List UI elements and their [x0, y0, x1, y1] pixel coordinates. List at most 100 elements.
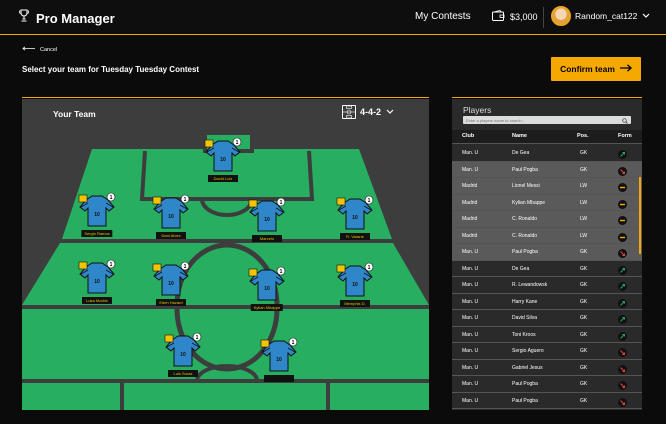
player-club: Man. U [462, 298, 479, 305]
pitch-player[interactable]: 1 10 [247, 266, 287, 306]
player-pos: GK [580, 150, 588, 156]
player-pos: LW [580, 183, 588, 189]
jersey-number: 10 [352, 282, 358, 288]
player-name: Toni Kroos [512, 331, 536, 338]
player-row[interactable]: Man. U De Gea GK [452, 145, 642, 162]
page-title: Select your team for Tuesday Tuesday Con… [22, 65, 200, 74]
trophy-icon [18, 9, 30, 27]
app-title: Pro Manager [36, 10, 115, 26]
search-input[interactable] [466, 117, 606, 123]
player-name: De Gea [512, 150, 530, 156]
pitch-player[interactable]: 1 10 [151, 261, 191, 301]
jersey-number: 10 [276, 357, 282, 363]
player-club: Man. U [462, 315, 479, 321]
player-badge: 1 [110, 262, 113, 268]
pitch-player-name: Luka Modric [82, 297, 112, 304]
player-badge: 1 [110, 195, 113, 201]
player-row[interactable]: Madrid Lionel Messi LW [452, 178, 642, 195]
player-club: Man. U [462, 397, 479, 404]
player-row[interactable]: Man. U Toni Kroos GK [452, 327, 642, 343]
col-club[interactable]: Club [462, 133, 474, 139]
player-pos: LW [580, 199, 588, 206]
form-trend-down-icon [618, 166, 627, 176]
player-row[interactable]: Man. U David Silva GK [452, 310, 642, 327]
nav-my-contests[interactable]: My Contests [415, 11, 471, 22]
player-row[interactable]: Man. U Sergio Aguero GK [452, 343, 642, 360]
jersey-number: 10 [352, 215, 358, 221]
player-name: Gabriel Jesus [512, 364, 543, 371]
form-trend-down-icon [618, 364, 627, 374]
players-scrollbar[interactable] [639, 177, 641, 254]
player-name: Lionel Messi [512, 183, 540, 189]
player-row[interactable]: Man. U Harry Kane GK [452, 294, 642, 310]
team-header: Your Team 4-4-2 [22, 99, 429, 129]
player-pos: GK [580, 265, 588, 272]
player-pos: GK [580, 249, 588, 255]
player-name: C. Ronaldo [512, 216, 538, 222]
pitch-player[interactable]: 1 10 [151, 194, 191, 234]
team-panel: Your Team 4-4-2 1 10 David Luiz 1 10 Ser… [22, 99, 429, 410]
pitch-player[interactable]: 1 10 [335, 195, 375, 235]
cancel-label: Cancel [40, 46, 58, 53]
form-trend-up-icon [618, 331, 627, 341]
player-club: Man. U [462, 265, 479, 272]
player-row[interactable]: Man. U Paul Pogba GK [452, 393, 642, 409]
player-name: C. Ronaldo [512, 232, 538, 239]
col-name[interactable]: Name [512, 133, 527, 139]
player-row[interactable]: Man. U De Gea GK [452, 261, 642, 277]
pitch-player[interactable]: 1 10 [77, 259, 117, 299]
formation-select[interactable]: 4-4-2 [342, 105, 395, 119]
player-club: Madrid [462, 232, 478, 239]
player-row[interactable]: Madrid C. Ronaldo LW [452, 227, 642, 244]
player-badge: 1 [292, 340, 295, 346]
player-badge: 1 [368, 198, 371, 204]
user-menu[interactable]: Random_cat122 [551, 6, 651, 26]
jersey-icon: 1 10 [336, 262, 374, 297]
cancel-link[interactable]: Cancel [22, 46, 57, 53]
app-root: Pro Manager My Contests $3,000 Random_ca… [0, 0, 666, 424]
pitch-player-name: Sergio Ramos [81, 230, 113, 237]
wallet-icon [492, 10, 505, 23]
formation-icon [342, 105, 356, 119]
pitch-player[interactable]: 1 10 [203, 137, 243, 177]
pitch-player[interactable]: 1 10 [335, 262, 375, 302]
col-pos[interactable]: Pos. [577, 133, 589, 139]
players-title: Players [463, 105, 492, 115]
pitch-player-name: R. Varane [340, 233, 370, 240]
player-row[interactable]: Man. U Paul Pogba GK [452, 161, 642, 178]
pitch-player[interactable]: 1 10 [247, 197, 287, 237]
player-name: Paul Pogba [512, 381, 538, 387]
jersey-number: 10 [94, 212, 100, 218]
player-row[interactable]: Madrid Kylian Mbappe LW [452, 194, 642, 211]
player-pos: GK [580, 282, 588, 288]
username: Random_cat122 [575, 11, 638, 21]
pitch-player-name: Dani Alves [156, 232, 186, 239]
search-icon[interactable] [622, 111, 628, 129]
player-row[interactable]: Man. U Paul Pogba GK [452, 376, 642, 393]
form-trend-down-icon [618, 381, 627, 390]
player-row[interactable]: Madrid C. Ronaldo LW [452, 211, 642, 228]
player-pos: GK [580, 315, 588, 321]
player-row[interactable]: Man. U R. Lewandowsk GK [452, 277, 642, 294]
player-search[interactable] [463, 116, 631, 124]
pitch-player[interactable]: 1 10 [77, 192, 117, 232]
header-divider [543, 7, 544, 28]
confirm-team-button[interactable]: Confirm team [551, 57, 641, 81]
pitch-player-name: Memphis D. [340, 300, 370, 307]
player-name: David Silva [512, 315, 538, 321]
jersey-icon: 1 10 [152, 194, 190, 229]
jersey-icon: 1 10 [260, 337, 298, 372]
jersey-number: 10 [94, 279, 100, 285]
form-trend-flat-icon [618, 216, 627, 225]
form-trend-down-icon [618, 348, 627, 357]
app-logo[interactable]: Pro Manager [18, 9, 115, 27]
confirm-label: Confirm team [560, 64, 615, 74]
chevron-down-icon [385, 107, 395, 117]
pitch-player[interactable]: 1 10 [163, 332, 203, 372]
player-row[interactable]: Man. U Gabriel Jesus GK [452, 360, 642, 376]
player-row[interactable]: Man. U Paul Pogba GK [452, 244, 642, 261]
col-form[interactable]: Form [618, 133, 632, 139]
pitch-player[interactable]: 1 10 [259, 337, 299, 377]
wallet-balance[interactable]: $3,000 [492, 10, 538, 23]
form-trend-up-icon [618, 298, 627, 308]
